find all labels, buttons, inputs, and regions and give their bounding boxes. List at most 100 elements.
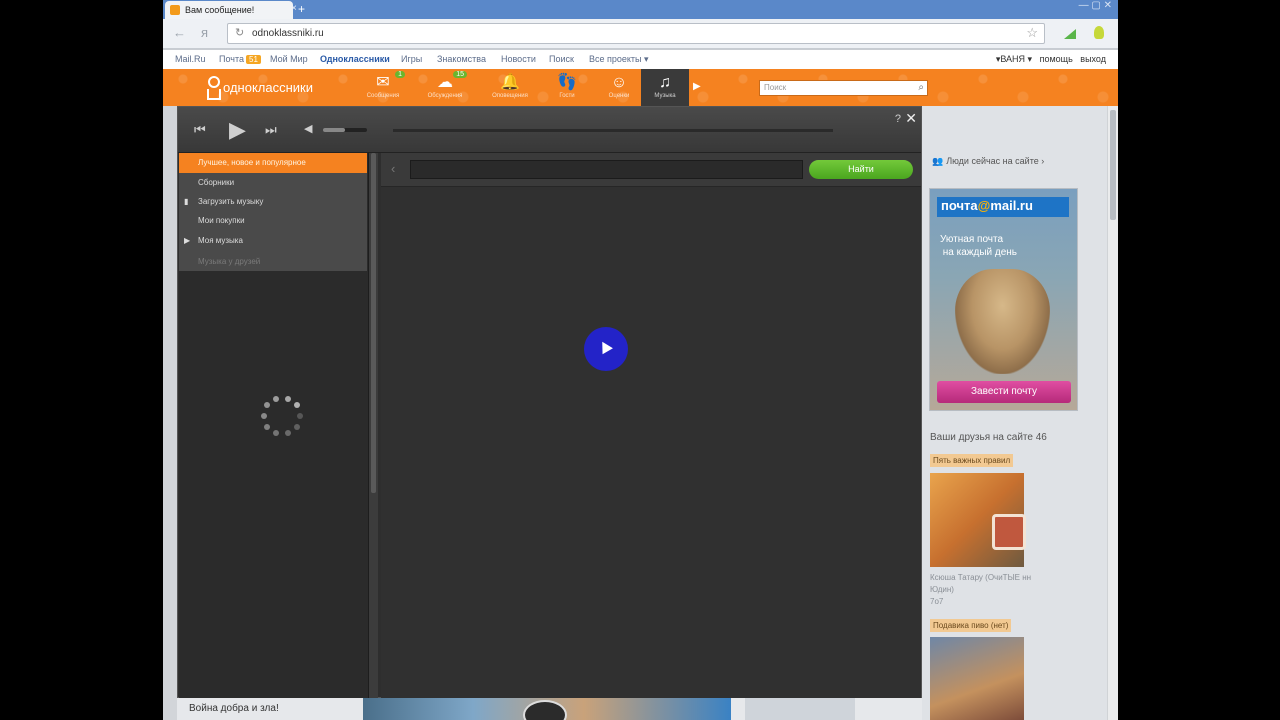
link-search[interactable]: Поиск — [549, 54, 574, 64]
mailru-ad[interactable]: почта@mail.ru Уютная почта на каждый ден… — [929, 188, 1078, 411]
browser-tab-bar: Вам сообщение! × + — ▢ ✕ — [163, 0, 1118, 19]
mail-count-badge: 51 — [246, 55, 261, 64]
page-scrollbar[interactable] — [1107, 106, 1118, 720]
sidebar-scrollbar[interactable] — [369, 153, 378, 698]
play-icon[interactable]: ▶ — [229, 117, 246, 143]
browser-tab[interactable]: Вам сообщение! — [165, 1, 293, 19]
ad-logo-at: @ — [977, 198, 991, 213]
cat-image — [955, 269, 1050, 374]
url-text: odnoklassniki.ru — [252, 28, 324, 39]
ad-tagline: Уютная почта на каждый день — [940, 234, 1018, 258]
friend-name[interactable]: Ксюша Татару (ОчиТЫЕ нн Юдин) 7о7 — [930, 572, 1031, 608]
exit-link[interactable]: выход — [1080, 54, 1106, 64]
signal-extension-icon[interactable] — [1064, 29, 1076, 39]
music-label: Музыка — [654, 93, 676, 99]
ok-search-input[interactable]: Поиск ⌕ — [759, 80, 928, 96]
video-play-icon[interactable] — [523, 700, 567, 720]
window-controls[interactable]: — ▢ ✕ — [1079, 0, 1112, 11]
link-mailru[interactable]: Mail.Ru — [175, 54, 206, 64]
address-bar[interactable]: ↻ odnoklassniki.ru ☆ — [227, 23, 1045, 44]
guests-label: Гости — [559, 93, 575, 99]
menu-label: Мои покупки — [198, 216, 245, 225]
menu-best-new-popular[interactable]: Лучшее, новое и популярное — [179, 153, 367, 173]
nav-messages[interactable]: ✉ 1 Сообщения — [355, 71, 411, 106]
bell-icon: 🔔 — [500, 74, 520, 91]
link-mail[interactable]: Почта 51 — [219, 54, 261, 64]
track-progress-bar[interactable] — [393, 129, 833, 132]
nav-music[interactable]: ♫ Музыка — [641, 69, 689, 106]
link-my-world[interactable]: Мой Мир — [270, 54, 308, 64]
ok-search-placeholder: Поиск — [764, 83, 787, 92]
music-search-row: ‹ Найти — [381, 153, 921, 187]
bulb-extension-icon[interactable] — [1094, 26, 1104, 39]
link-news[interactable]: Новости — [501, 54, 536, 64]
nav-guests[interactable]: 👣 Гости — [539, 73, 595, 106]
yandex-icon[interactable]: я — [201, 25, 208, 40]
friend-photo[interactable] — [930, 637, 1024, 720]
camera-icon — [992, 514, 1026, 550]
user-menu: ▾ВАНЯ ▾ помощь выход — [996, 54, 1106, 65]
ok-logo-icon[interactable] — [207, 76, 220, 100]
discussions-badge: 15 — [453, 71, 467, 78]
menu-upload-music[interactable]: ▮ Загрузить музыку — [179, 192, 367, 212]
people-online-link[interactable]: 👥 Люди сейчас на сайте › — [932, 156, 1044, 167]
menu-collections[interactable]: Сборники — [179, 173, 367, 193]
reload-icon[interactable]: ↻ — [235, 26, 244, 39]
back-arrow-icon[interactable]: ‹ — [391, 161, 395, 176]
next-track-icon[interactable]: ⏭ — [265, 122, 277, 138]
ok-logo-text[interactable]: одноклассники — [223, 80, 313, 95]
menu-my-purchases[interactable]: Мои покупки — [179, 211, 367, 231]
menu-friends-music[interactable]: Музыка у друзей — [179, 252, 367, 272]
spinner-dot — [284, 430, 291, 437]
create-mail-button[interactable]: Завести почту — [937, 381, 1071, 403]
help-link[interactable]: помощь — [1040, 54, 1073, 64]
expand-arrow-icon[interactable]: ▶ — [184, 236, 190, 245]
search-icon[interactable]: ⌕ — [918, 82, 924, 93]
music-search-input[interactable] — [410, 160, 803, 179]
ad-logo-prefix: почта — [941, 198, 978, 213]
close-player-button[interactable]: ✕ — [905, 110, 917, 127]
friend-status-tag[interactable]: Подавика пиво (нет) — [930, 619, 1012, 632]
nav-ratings[interactable]: ☺ Оценки — [591, 73, 647, 106]
back-icon[interactable]: ← — [173, 25, 186, 40]
page-scroll-thumb[interactable] — [1110, 110, 1116, 220]
upload-icon: ▮ — [184, 197, 189, 206]
spinner-dot — [284, 395, 291, 402]
previous-track-icon[interactable]: ⏮ — [194, 122, 206, 138]
new-tab-button[interactable]: + — [298, 2, 305, 16]
spinner-dot — [273, 430, 280, 437]
friends-online-title[interactable]: Ваши друзья на сайте 46 — [930, 432, 1047, 443]
screen: Вам сообщение! × + — ▢ ✕ ← я ↻ odnoklass… — [163, 0, 1118, 720]
volume-icon[interactable]: ◀ — [304, 122, 312, 135]
user-name[interactable]: ▾ВАНЯ ▾ — [996, 54, 1032, 64]
feed-title[interactable]: Война добра и зла! — [189, 703, 279, 714]
sidebar-scroll-thumb[interactable] — [371, 153, 376, 493]
more-arrow-icon[interactable]: ▶ — [693, 81, 701, 92]
help-button[interactable]: ? — [895, 113, 901, 125]
footprints-icon: 👣 — [557, 74, 577, 91]
find-button[interactable]: Найти — [809, 160, 913, 179]
spinner-dot — [264, 423, 271, 430]
link-dating[interactable]: Знакомства — [437, 54, 486, 64]
ok-favicon-icon — [170, 5, 180, 15]
friend-status-tag[interactable]: Пять важных правил — [930, 454, 1014, 467]
menu-my-music[interactable]: ▶ Моя музыка — [179, 231, 367, 251]
spinner-dot — [264, 402, 271, 409]
star-icon[interactable]: ☆ — [1026, 25, 1038, 41]
nav-notifications[interactable]: 🔔 Оповещения — [482, 73, 538, 106]
player-controls: ⏮ ▶ ⏭ ◀ ? ✕ — [178, 107, 921, 153]
nav-discussions[interactable]: ☁ 15 Обсуждения — [417, 71, 473, 106]
menu-label: Моя музыка — [198, 236, 243, 245]
feed-video-thumbnail[interactable] — [363, 698, 731, 720]
feed-photo-thumbnail[interactable] — [745, 698, 855, 720]
ad-logo-suffix: mail.ru — [990, 198, 1033, 213]
ratings-label: Оценки — [608, 93, 630, 99]
link-all-projects[interactable]: Все проекты ▾ — [589, 54, 649, 65]
menu-label: Загрузить музыку — [198, 197, 264, 206]
link-games[interactable]: Игры — [401, 54, 422, 64]
link-odnoklassniki[interactable]: Одноклассники — [320, 54, 390, 64]
music-menu: Лучшее, новое и популярное Сборники ▮ За… — [179, 153, 367, 271]
spinner-dot — [293, 402, 300, 409]
volume-slider[interactable] — [323, 128, 367, 132]
tab-close-icon[interactable]: × — [291, 3, 297, 14]
